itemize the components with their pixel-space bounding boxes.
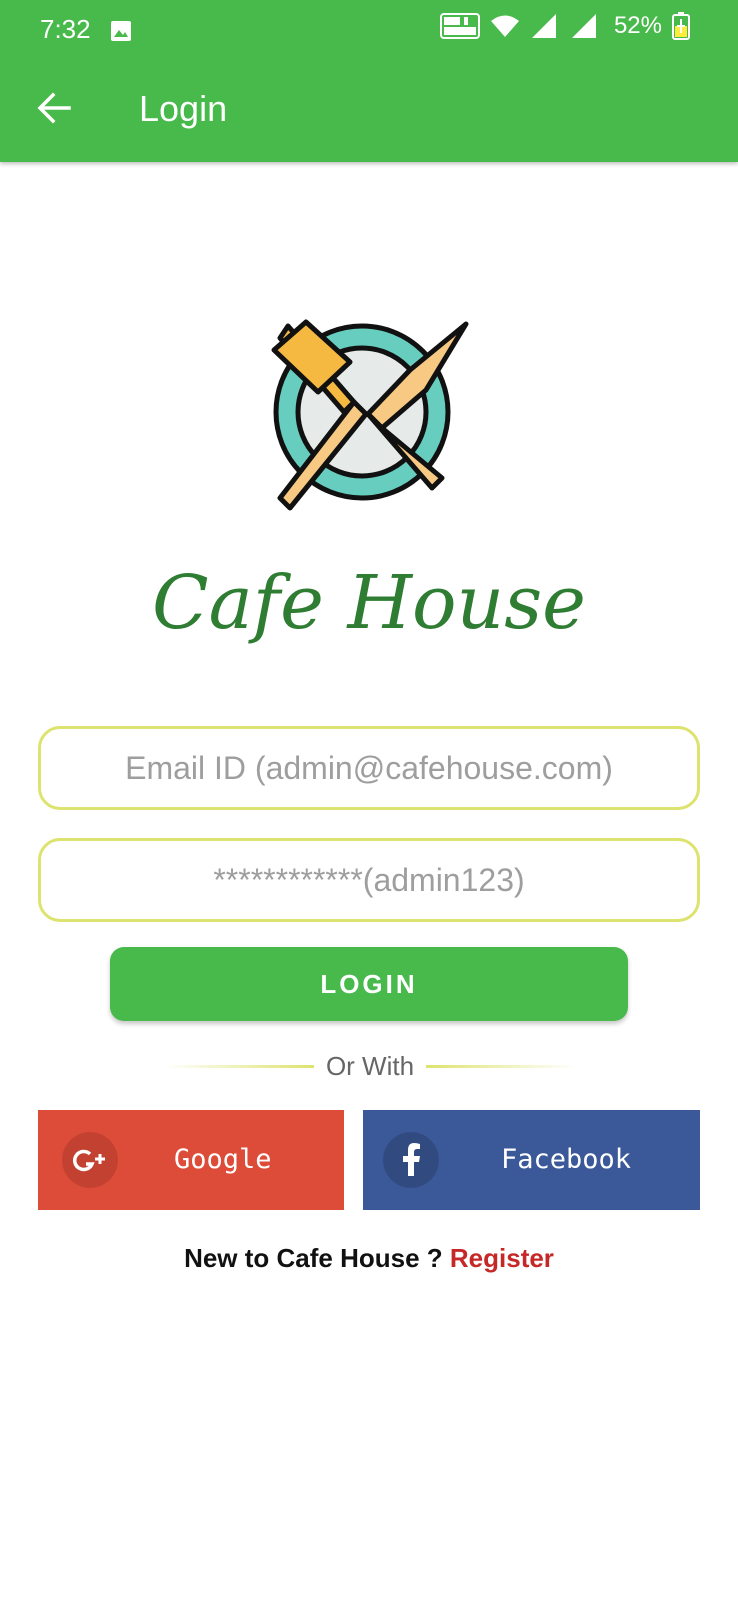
divider-line-left [163, 1064, 314, 1068]
google-plus-icon [62, 1132, 118, 1188]
divider-text: Or With [325, 1050, 415, 1081]
facebook-icon [383, 1132, 439, 1188]
battery-percent: 52% [613, 12, 662, 39]
top-bar: 7:32 52% Login [0, 0, 738, 162]
register-link[interactable]: Register [450, 1243, 554, 1273]
google-login-button[interactable]: Google [38, 1110, 344, 1210]
battery-charging-icon [672, 12, 690, 40]
signal-icon [531, 14, 556, 38]
image-icon [111, 21, 131, 41]
signal-icon [571, 14, 596, 38]
password-input[interactable] [41, 841, 697, 919]
register-prompt: New to Cafe House ? [184, 1243, 443, 1273]
brand-name: Cafe House [152, 560, 586, 646]
vowifi-icon [439, 13, 480, 39]
page-title: Login [139, 88, 228, 129]
divider-line-right [426, 1064, 577, 1068]
google-label: Google [174, 1144, 272, 1175]
facebook-label: Facebook [501, 1144, 632, 1175]
login-button[interactable]: LOGIN [110, 947, 628, 1021]
status-icons: 52% [439, 12, 690, 40]
password-field[interactable] [38, 838, 700, 922]
plate-fork-knife-icon [271, 319, 469, 511]
arrow-left-icon[interactable] [36, 90, 72, 126]
wifi-icon [490, 15, 519, 37]
or-divider: Or With [160, 1048, 580, 1084]
facebook-login-button[interactable]: Facebook [363, 1110, 700, 1210]
email-field[interactable] [38, 726, 700, 810]
register-row: New to Cafe House ? Register [0, 1243, 738, 1274]
status-time: 7:32 [40, 14, 91, 44]
email-input[interactable] [41, 729, 697, 807]
app-bar: Login [0, 64, 738, 162]
status-bar: 7:32 52% [0, 0, 738, 64]
